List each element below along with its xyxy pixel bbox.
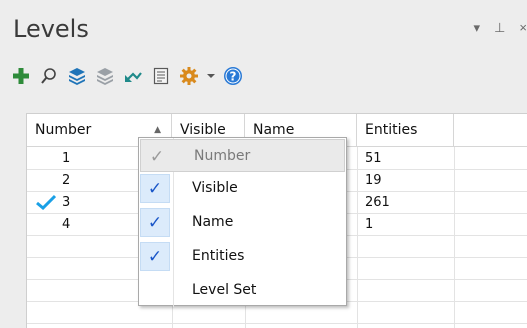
search-icon bbox=[41, 68, 56, 84]
layers-icon bbox=[69, 68, 85, 85]
column-chooser-menu: ✓ Number ✓ Visible ✓ Name ✓ Entities Lev… bbox=[138, 137, 347, 307]
menu-item-entities[interactable]: ✓ Entities bbox=[139, 240, 346, 273]
menu-item-label: Number bbox=[194, 148, 251, 164]
panel-menu-dropdown-icon[interactable]: ▾ bbox=[474, 20, 481, 36]
level-number: 1 bbox=[62, 151, 71, 166]
level-number: 3 bbox=[62, 195, 71, 210]
menu-check-icon: ✓ bbox=[140, 174, 170, 203]
menu-item-label: Level Set bbox=[192, 282, 257, 298]
document-icon bbox=[153, 67, 169, 85]
menu-item-label: Entities bbox=[192, 248, 245, 264]
level-number: 4 bbox=[62, 217, 71, 232]
menu-check-icon: ✓ bbox=[149, 146, 165, 166]
column-header-entities[interactable]: Entities bbox=[357, 114, 454, 147]
menu-item-label: Visible bbox=[192, 180, 238, 196]
menu-item-number[interactable]: ✓ Number bbox=[140, 139, 345, 172]
menu-item-name[interactable]: ✓ Name bbox=[139, 206, 346, 239]
undo-arrow-icon bbox=[125, 72, 142, 82]
help-icon: ? bbox=[224, 67, 242, 85]
settings-button[interactable] bbox=[178, 64, 200, 88]
panel-title: Levels bbox=[13, 15, 89, 43]
add-icon bbox=[13, 68, 29, 84]
level-entities: 261 bbox=[365, 195, 390, 210]
menu-check-icon: ✓ bbox=[140, 208, 170, 237]
menu-item-label: Name bbox=[192, 214, 234, 230]
level-entities: 19 bbox=[365, 173, 382, 188]
level-entities: 1 bbox=[365, 217, 374, 232]
layers-disabled-button[interactable] bbox=[94, 64, 116, 88]
level-number: 2 bbox=[62, 173, 71, 188]
panel-titlebar: Levels ▾ ⊥ × bbox=[0, 0, 527, 50]
column-header-empty bbox=[454, 114, 527, 147]
svg-text:?: ? bbox=[230, 70, 237, 84]
dropdown-arrow-icon bbox=[207, 74, 215, 78]
close-icon[interactable]: × bbox=[519, 20, 527, 36]
menu-check-icon: ✓ bbox=[140, 242, 170, 271]
menu-item-level-set[interactable]: Level Set bbox=[139, 274, 346, 307]
layers-button[interactable] bbox=[66, 64, 88, 88]
column-header-number-label: Number bbox=[35, 122, 92, 138]
panel-controls: ▾ ⊥ × bbox=[474, 20, 527, 36]
search-button[interactable] bbox=[38, 64, 60, 88]
layers-gray-icon bbox=[97, 68, 113, 85]
level-entities: 51 bbox=[365, 151, 382, 166]
properties-button[interactable] bbox=[150, 64, 172, 88]
active-level-check-icon bbox=[36, 194, 56, 210]
undo-button[interactable] bbox=[122, 64, 144, 88]
levels-toolbar: ? bbox=[10, 62, 244, 90]
help-button[interactable]: ? bbox=[222, 64, 244, 88]
pin-icon[interactable]: ⊥ bbox=[494, 20, 505, 36]
menu-item-visible[interactable]: ✓ Visible bbox=[139, 172, 346, 205]
settings-dropdown-button[interactable] bbox=[206, 64, 216, 88]
add-level-button[interactable] bbox=[10, 64, 32, 88]
gear-icon bbox=[180, 67, 198, 85]
